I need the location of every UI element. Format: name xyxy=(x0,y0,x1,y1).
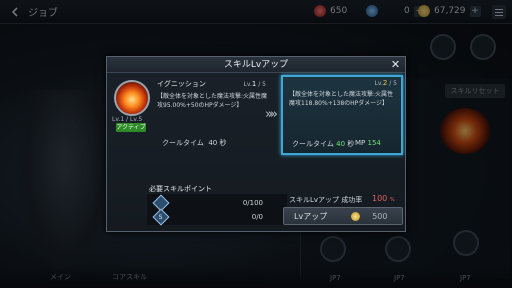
current-description: 【敵全体を対象とした魔法攻撃:火属性魔攻95.00%+50のHPダメージ】 xyxy=(157,93,268,109)
required-point-row: 0/100 xyxy=(152,194,283,212)
required-points-header: 必要スキルポイント xyxy=(149,185,212,193)
current-cooltime: クールタイム 40 秒 xyxy=(162,139,227,147)
next-level-info: Lv.2 / 5 【敵全体を対象とした魔法攻撃:火属性魔攻118.80%+138… xyxy=(281,75,403,155)
success-rate-value: 100 % xyxy=(372,194,395,203)
skill-name: イグニッション xyxy=(157,80,206,88)
success-rate-label: スキルLvアップ 成功率 xyxy=(289,196,363,204)
required-point-value: 0/100 xyxy=(242,199,263,207)
close-button[interactable]: ✕ xyxy=(389,58,402,71)
next-cooltime: クールタイム 40 秒 xyxy=(292,140,355,148)
levelup-cost: 500 xyxy=(372,211,388,221)
required-points-list: 0/100 S 0/0 xyxy=(147,194,287,226)
next-arrow-icon: »» xyxy=(265,107,278,122)
skill-levelup-dialog: スキルLvアップ ✕ Lv.1 / Lv.5 アクティブ イグニッション Lv.… xyxy=(106,56,406,232)
skill-level-small: Lv.1 / Lv.5 xyxy=(112,116,143,123)
next-mp-cost: MP 154 xyxy=(355,139,381,147)
game-screen: ジョブ 650 0 + 67,729 + スキルリセット メイン コアスキル J… xyxy=(0,0,512,288)
active-badge: アクティブ xyxy=(116,123,146,132)
required-point-value: 0/0 xyxy=(251,213,263,221)
special-point-icon: S xyxy=(152,208,170,226)
required-point-row: S 0/0 xyxy=(152,208,283,226)
gold-coin-icon xyxy=(351,211,361,221)
next-level: Lv.2 / 5 xyxy=(374,79,397,87)
next-description: 【敵全体を対象とした魔法攻撃:火属性魔攻118.80%+138のHPダメージ】 xyxy=(289,91,394,107)
dialog-header: スキルLvアップ ✕ xyxy=(107,57,405,73)
current-level: Lv.1 / 5 xyxy=(243,80,266,88)
levelup-label: Lvアップ xyxy=(294,211,328,221)
fire-skill-icon xyxy=(114,80,150,116)
dialog-title: スキルLvアップ xyxy=(223,60,289,70)
levelup-button[interactable]: Lvアップ 500 xyxy=(283,207,403,225)
